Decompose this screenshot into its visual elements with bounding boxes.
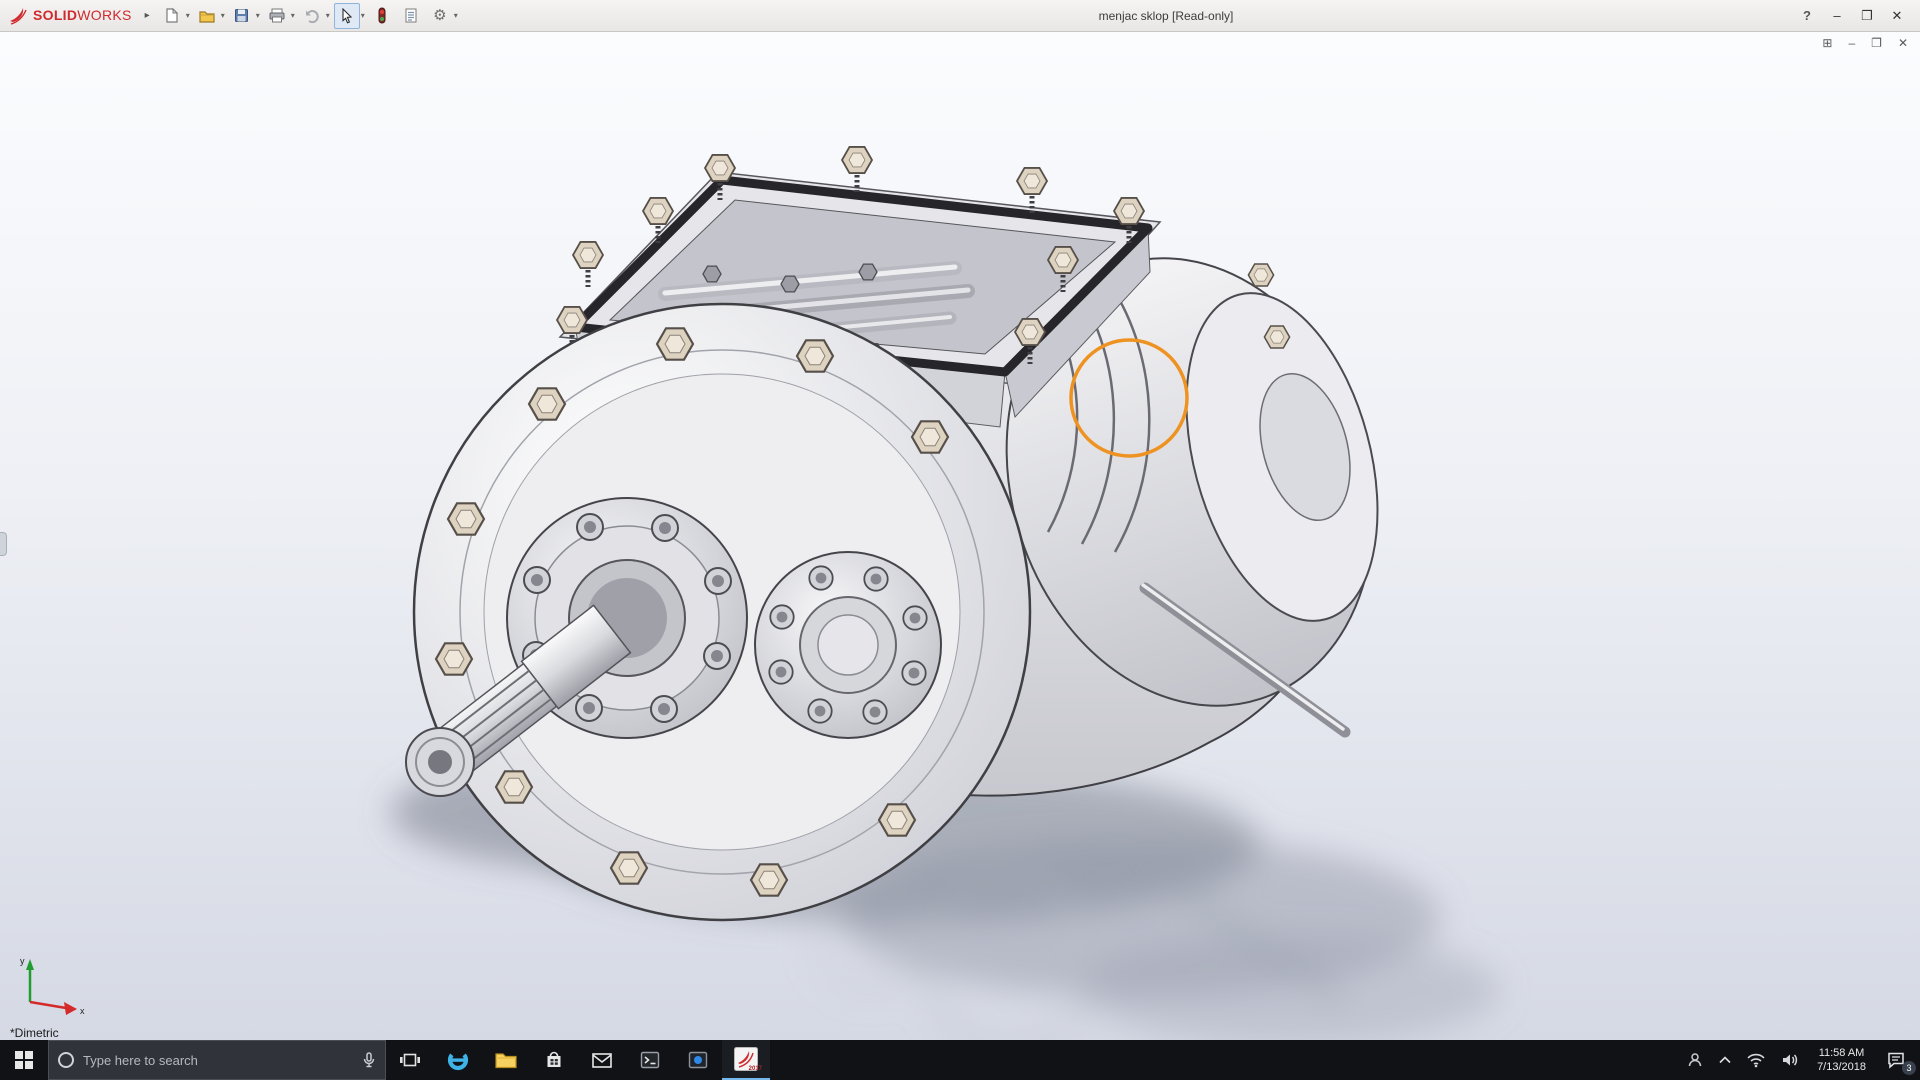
- clock-time: 11:58 AM: [1819, 1046, 1865, 1060]
- open-caret[interactable]: ▾: [221, 11, 225, 20]
- doc-close-icon[interactable]: ✕: [1898, 36, 1908, 50]
- task-view-button[interactable]: [386, 1040, 434, 1080]
- microphone-icon[interactable]: [361, 1051, 377, 1069]
- print-icon: [268, 7, 286, 25]
- maximize-button[interactable]: ❐: [1852, 1, 1882, 31]
- save-button[interactable]: [229, 3, 255, 29]
- people-button[interactable]: [1679, 1040, 1711, 1080]
- wifi-icon: [1746, 1052, 1766, 1068]
- select-button[interactable]: [334, 3, 360, 29]
- console-icon: [639, 1049, 661, 1071]
- secondary-hub: [755, 552, 941, 738]
- triad-y-label: y: [20, 956, 25, 966]
- app-icon: [687, 1049, 709, 1071]
- taskbar: 2017: [0, 1040, 1920, 1080]
- task-view-icon: [399, 1050, 421, 1070]
- help-button[interactable]: ?: [1792, 1, 1822, 31]
- taskbar-clock[interactable]: 11:58 AM 7/13/2018: [1807, 1040, 1876, 1080]
- titlebar: SOLIDWORKS ▸ ▾ ▾ ▾: [0, 0, 1920, 32]
- action-center-button[interactable]: 3: [1876, 1040, 1920, 1080]
- graphics-viewport[interactable]: ⊞ – ❐ ✕ x y *Dimetric: [0, 32, 1920, 1040]
- pinned-app-2-button[interactable]: [674, 1040, 722, 1080]
- store-icon: [543, 1049, 565, 1071]
- solidworks-logo: SOLIDWORKS: [8, 6, 132, 26]
- tile-windows-icon[interactable]: ⊞: [1822, 36, 1832, 50]
- system-tray: 11:58 AM 7/13/2018 3: [1679, 1040, 1920, 1080]
- start-button[interactable]: [0, 1040, 48, 1080]
- save-icon: [233, 7, 250, 24]
- minimize-button[interactable]: –: [1822, 1, 1852, 31]
- undo-button[interactable]: [299, 3, 325, 29]
- rebuild-traffic-light-icon: [375, 7, 389, 24]
- undo-icon: [303, 7, 321, 25]
- people-icon: [1686, 1051, 1704, 1069]
- notification-badge: 3: [1902, 1061, 1916, 1075]
- document-title: menjac sklop [Read-only]: [1099, 9, 1234, 23]
- select-cursor-icon: [339, 8, 355, 24]
- store-button[interactable]: [530, 1040, 578, 1080]
- chevron-up-icon: [1718, 1054, 1732, 1066]
- edge-button[interactable]: [434, 1040, 482, 1080]
- stud-bolt: [573, 242, 603, 287]
- options-gear-icon: ⚙: [433, 8, 446, 23]
- edge-icon: [446, 1048, 470, 1072]
- doc-minimize-icon[interactable]: –: [1848, 36, 1855, 50]
- pinned-app-1-button[interactable]: [626, 1040, 674, 1080]
- windows-logo-icon: [15, 1051, 33, 1069]
- hex-bolt: [1248, 264, 1273, 286]
- print-button[interactable]: [264, 3, 290, 29]
- clock-date: 7/13/2018: [1817, 1060, 1866, 1074]
- network-button[interactable]: [1739, 1040, 1773, 1080]
- cortana-icon: [57, 1051, 75, 1069]
- file-properties-icon: [403, 7, 419, 24]
- solidworks-version-label: 2017: [749, 1066, 762, 1072]
- undo-caret[interactable]: ▾: [326, 11, 330, 20]
- rebuild-button[interactable]: [369, 3, 395, 29]
- print-caret[interactable]: ▾: [291, 11, 295, 20]
- close-button[interactable]: ✕: [1882, 1, 1912, 31]
- select-caret[interactable]: ▾: [361, 11, 365, 20]
- hex-bolt: [1264, 326, 1289, 348]
- taskbar-search[interactable]: [48, 1040, 386, 1080]
- options-caret[interactable]: ▾: [454, 11, 458, 20]
- mail-icon: [590, 1050, 614, 1070]
- 3d-model-canvas[interactable]: [0, 32, 1920, 1040]
- triad-x-label: x: [80, 1006, 85, 1016]
- brand-text: SOLIDWORKS: [33, 7, 132, 25]
- menu-expand-arrow[interactable]: ▸: [139, 8, 156, 23]
- volume-button[interactable]: [1773, 1040, 1807, 1080]
- new-document-button[interactable]: [159, 3, 185, 29]
- file-explorer-icon: [494, 1049, 518, 1071]
- options-button[interactable]: ⚙: [427, 3, 453, 29]
- solidworks-window: SOLIDWORKS ▸ ▾ ▾ ▾: [0, 0, 1920, 1080]
- mail-button[interactable]: [578, 1040, 626, 1080]
- solidworks-taskbar-button[interactable]: 2017: [722, 1040, 770, 1080]
- orientation-triad: x y: [6, 950, 92, 1022]
- new-document-caret[interactable]: ▾: [186, 11, 190, 20]
- search-input[interactable]: [83, 1053, 353, 1068]
- new-document-icon: [163, 7, 180, 24]
- window-controls: ? – ❐ ✕: [1792, 1, 1912, 31]
- doc-restore-icon[interactable]: ❐: [1871, 36, 1882, 50]
- save-caret[interactable]: ▾: [256, 11, 260, 20]
- panel-collapse-tab[interactable]: [0, 532, 7, 556]
- open-folder-icon: [198, 7, 216, 25]
- open-button[interactable]: [194, 3, 220, 29]
- stud-bolt: [842, 147, 872, 192]
- view-orientation-label: *Dimetric: [10, 1026, 59, 1040]
- solidworks-swoosh-icon: [8, 6, 28, 26]
- speaker-icon: [1780, 1052, 1800, 1068]
- file-properties-button[interactable]: [398, 3, 424, 29]
- document-window-controls: ⊞ – ❐ ✕: [1822, 36, 1908, 50]
- hidden-icons-button[interactable]: [1711, 1040, 1739, 1080]
- file-explorer-button[interactable]: [482, 1040, 530, 1080]
